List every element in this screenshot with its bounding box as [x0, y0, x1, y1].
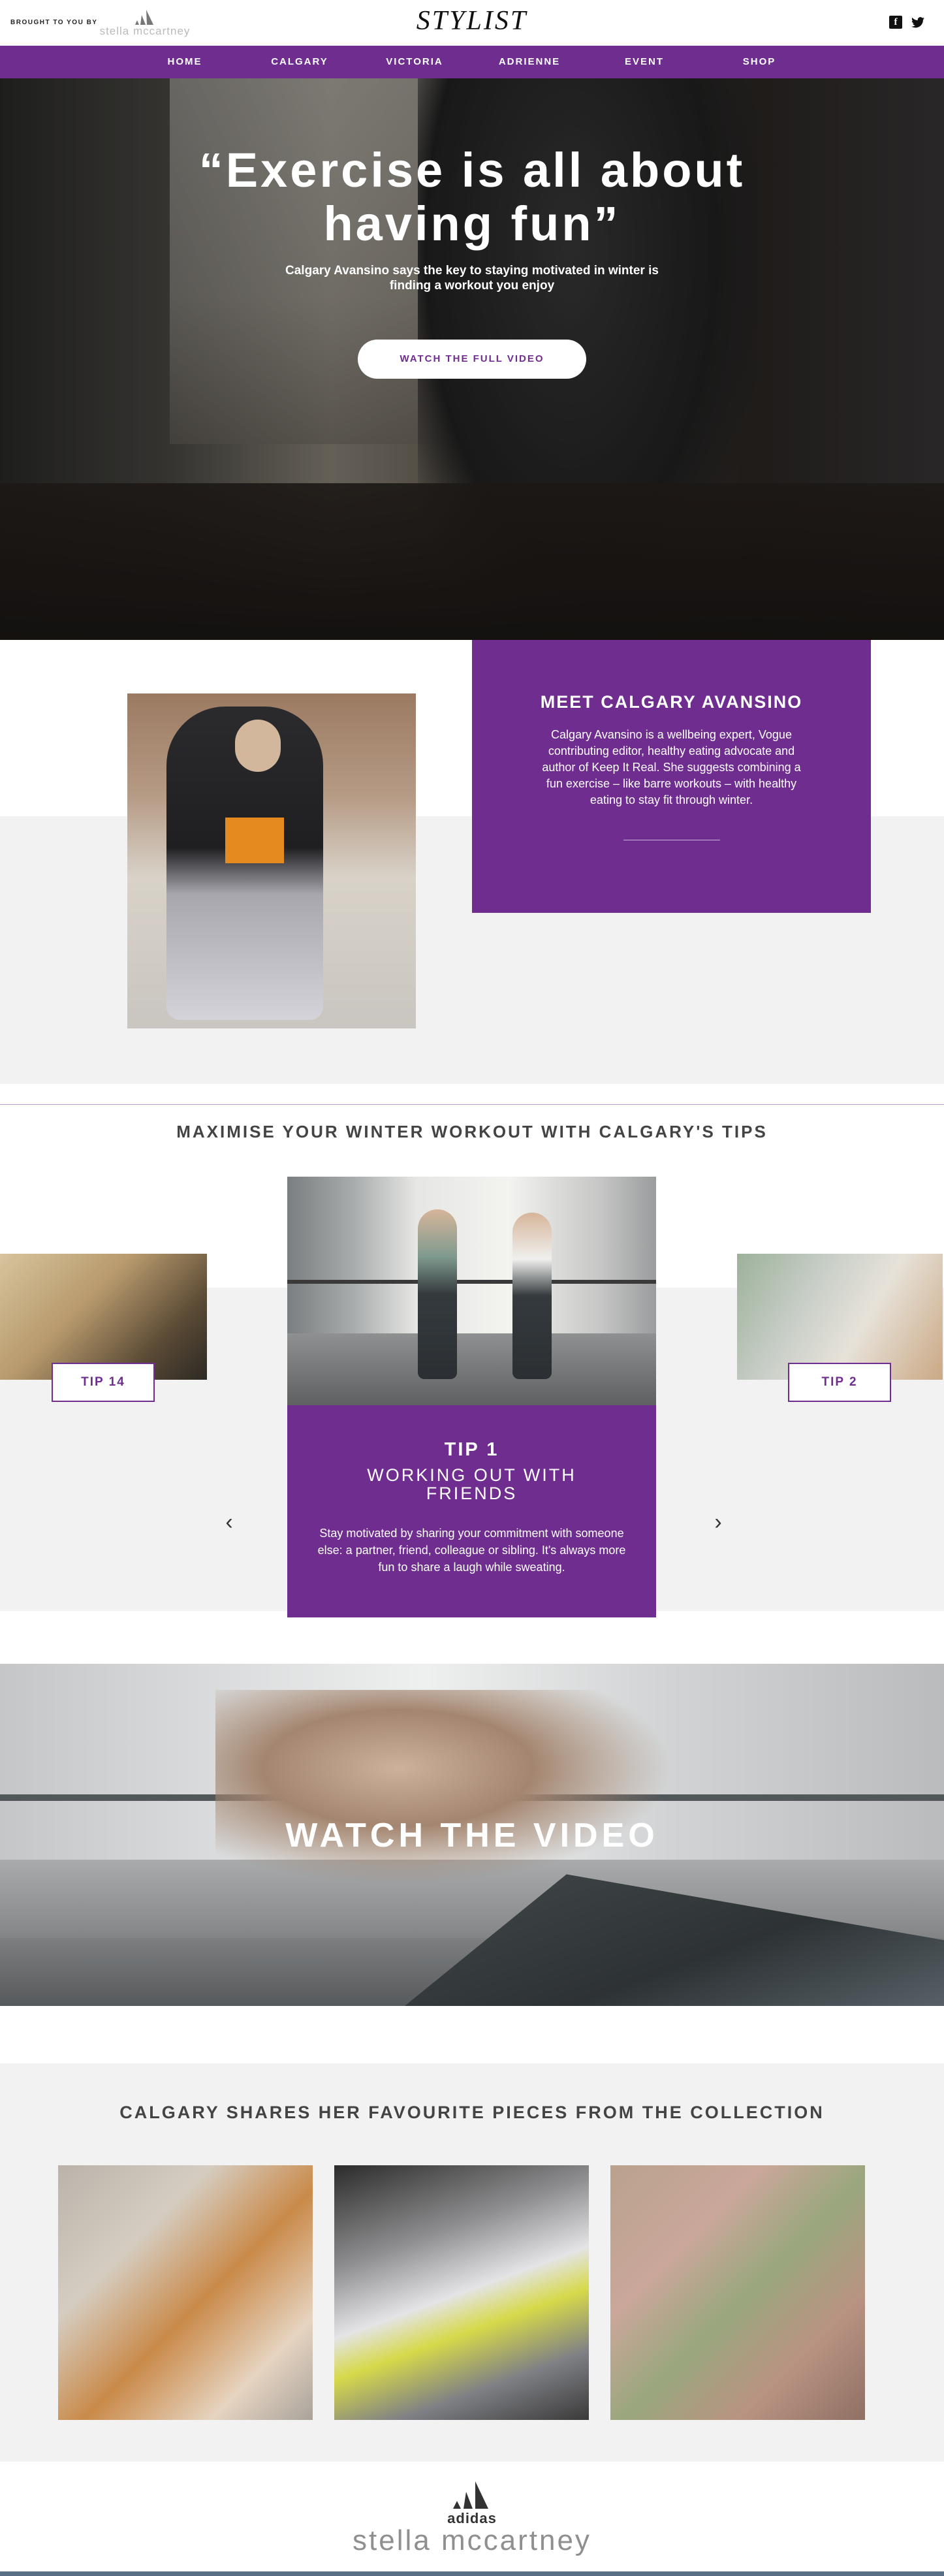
meet-body: Calgary Avansino is a wellbeing expert, …	[542, 728, 801, 806]
nav-item-home[interactable]: HOME	[127, 46, 242, 78]
site-footer: adidas stella mccartney	[0, 2462, 944, 2576]
site-header: BROUGHT TO YOU BY stella mccartney STYLI…	[0, 0, 944, 46]
footer-brand-bottom: stella mccartney	[353, 2524, 591, 2556]
tip-14-image[interactable]	[0, 1254, 207, 1380]
meet-calgary-panel: MEET CALGARY AVANSINO Calgary Avansino i…	[472, 640, 871, 913]
tip-number: TIP 1	[444, 1439, 499, 1460]
tip-14-tag[interactable]: TIP 14	[52, 1363, 155, 1402]
chevron-left-icon[interactable]: ‹	[219, 1511, 239, 1533]
meet-heading: MEET CALGARY AVANSINO	[540, 692, 803, 712]
hero-quote: “Exercise is all about having fun”	[198, 143, 746, 251]
adidas-mark-icon	[453, 2481, 488, 2509]
adidas-mark-icon	[135, 10, 153, 25]
collection-heading: CALGARY SHARES HER FAVOURITE PIECES FROM…	[119, 2103, 825, 2122]
twitter-icon[interactable]	[911, 16, 924, 29]
footer-brand-logo[interactable]: adidas stella mccartney	[0, 2481, 944, 2557]
collection-item-trainers[interactable]	[334, 2165, 589, 2420]
tip-body: Stay motivated by sharing your commitmen…	[317, 1527, 626, 1574]
social-links: f	[889, 16, 924, 29]
tip-1-image	[287, 1177, 656, 1405]
calgary-portrait-image	[127, 693, 416, 1028]
hero-subtitle: Calgary Avansino says the key to staying…	[285, 264, 659, 293]
brought-to-you-by-label: BROUGHT TO YOU BY	[10, 19, 98, 26]
nav-item-shop[interactable]: SHOP	[702, 46, 817, 78]
sponsor-logo[interactable]: stella mccartney	[99, 9, 191, 38]
tip-1-card: TIP 1 WORKING OUT WITH FRIENDS Stay moti…	[287, 1405, 656, 1617]
tips-divider	[0, 1104, 944, 1105]
tips-heading: MAXIMISE YOUR WINTER WORKOUT WITH CALGAR…	[176, 1122, 768, 1141]
collection-item-top[interactable]	[58, 2165, 313, 2420]
watch-full-video-button[interactable]: WATCH THE FULL VIDEO	[358, 340, 586, 379]
sponsor-logo-text: stella mccartney	[99, 25, 191, 37]
bottom-strip	[0, 2571, 944, 2576]
nav-item-victoria[interactable]: VICTORIA	[357, 46, 472, 78]
chevron-right-icon[interactable]: ›	[708, 1511, 728, 1533]
nav-item-adrienne[interactable]: ADRIENNE	[472, 46, 587, 78]
main-nav: HOME CALGARY VICTORIA ADRIENNE EVENT SHO…	[0, 46, 944, 78]
nav-item-event[interactable]: EVENT	[587, 46, 702, 78]
nav-item-calgary[interactable]: CALGARY	[242, 46, 357, 78]
collection-item-jacket[interactable]	[610, 2165, 865, 2420]
tip-2-image[interactable]	[737, 1254, 943, 1380]
tip-title: WORKING OUT WITH FRIENDS	[367, 1465, 576, 1503]
facebook-icon[interactable]: f	[889, 16, 902, 29]
watch-video-title[interactable]: WATCH THE VIDEO	[0, 1816, 944, 1855]
tip-2-tag[interactable]: TIP 2	[788, 1363, 891, 1402]
